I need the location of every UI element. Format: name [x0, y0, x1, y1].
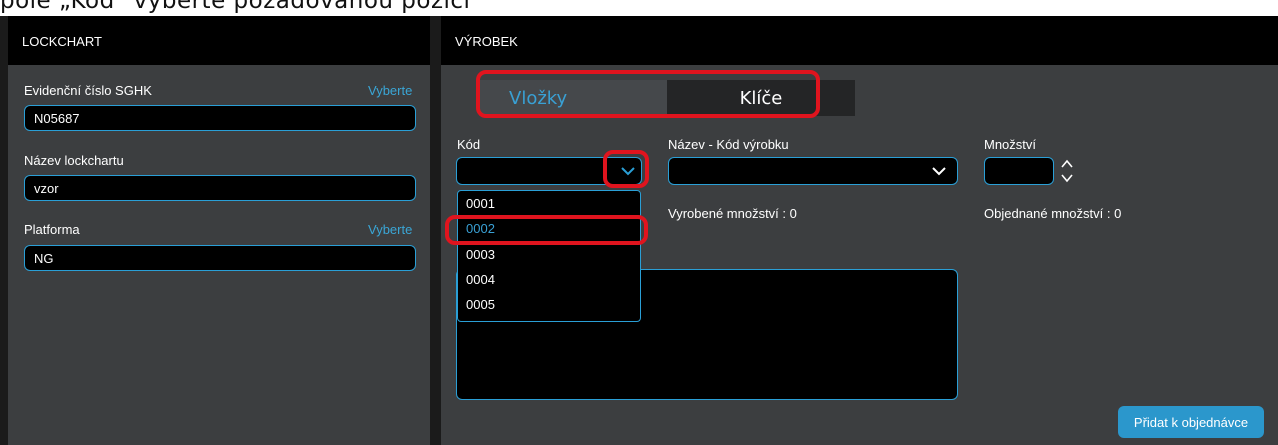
kod-select[interactable] — [456, 157, 642, 185]
quantity-field[interactable] — [984, 157, 1054, 185]
quantity-label: Množství — [984, 137, 1037, 152]
product-header: VÝROBEK — [441, 16, 1278, 65]
platform-select-link[interactable]: Vyberte — [368, 222, 412, 237]
produced-quantity: Vyrobené množství : 0 — [668, 206, 797, 221]
tab-vlozky[interactable]: Vložky — [479, 80, 667, 116]
app-window: LOCKCHART Evidenční číslo SGHK Vyberte N… — [0, 16, 1278, 445]
add-to-order-button[interactable]: Přidat k objednávce — [1118, 406, 1264, 438]
product-name-select[interactable] — [668, 157, 958, 185]
evidence-number-label: Evidenční číslo SGHK — [24, 83, 152, 98]
lockchart-panel: LOCKCHART Evidenční číslo SGHK Vyberte N… — [8, 16, 430, 445]
lockchart-name-field[interactable]: vzor — [24, 175, 416, 201]
quantity-stepper-icon[interactable] — [1059, 156, 1075, 186]
kod-option[interactable]: 0001 — [466, 196, 495, 211]
kod-option[interactable]: 0005 — [466, 297, 495, 312]
kod-option-selected[interactable]: 0002 — [466, 221, 495, 236]
product-name-label: Název - Kód výrobku — [668, 137, 789, 152]
platform-label: Platforma — [24, 222, 80, 237]
platform-field[interactable]: NG — [24, 245, 416, 271]
product-panel: VÝROBEK Vložky Klíče Kód Název - Kód výr… — [441, 16, 1278, 445]
chevron-down-icon[interactable] — [620, 164, 636, 178]
kod-dropdown-list: 0001 0002 0003 0004 0005 — [457, 190, 641, 322]
tab-klice[interactable]: Klíče — [667, 80, 855, 116]
evidence-select-link[interactable]: Vyberte — [368, 83, 412, 98]
chevron-down-icon[interactable] — [931, 164, 947, 178]
lockchart-name-label: Název lockchartu — [24, 153, 124, 168]
ordered-quantity: Objednané množství : 0 — [984, 206, 1122, 221]
lockchart-header: LOCKCHART — [8, 16, 430, 65]
product-tabs: Vložky Klíče — [479, 80, 855, 116]
kod-label: Kód — [457, 137, 481, 152]
kod-option[interactable]: 0003 — [466, 247, 495, 262]
kod-option[interactable]: 0004 — [466, 272, 495, 287]
lockchart-title: LOCKCHART — [22, 34, 102, 49]
evidence-number-field[interactable]: N05687 — [24, 105, 416, 131]
product-title: VÝROBEK — [455, 34, 518, 49]
